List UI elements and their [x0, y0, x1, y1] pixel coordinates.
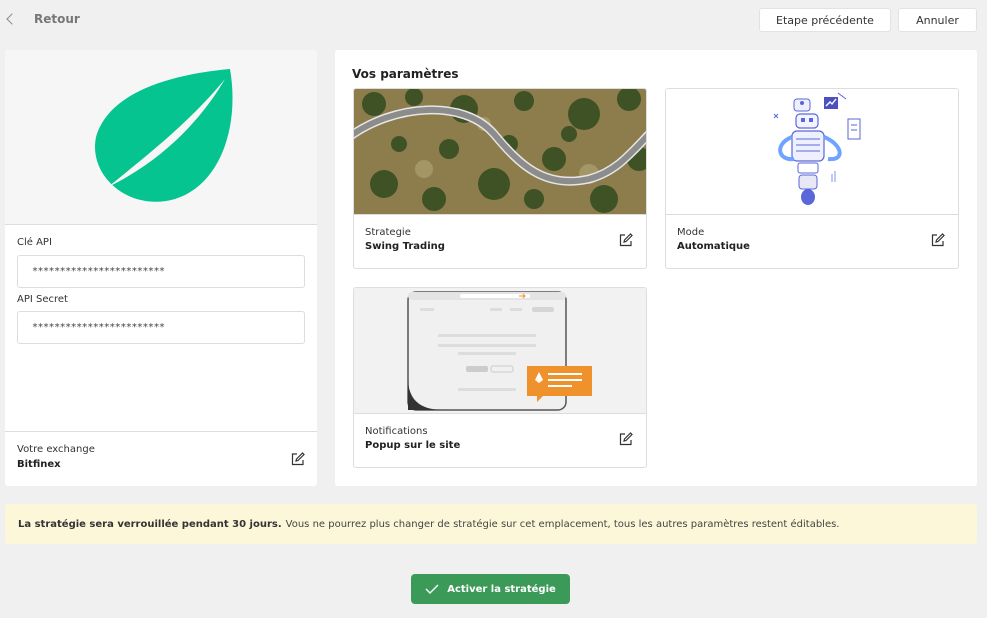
mode-card: Mode Automatique	[665, 88, 959, 269]
winding-road-image	[354, 89, 646, 215]
strategy-value: Swing Trading	[365, 241, 445, 252]
exchange-panel: Clé API ************************ API Sec…	[5, 50, 317, 486]
api-key-label: Clé API	[17, 237, 52, 248]
notifications-card: Notifications Popup sur le site	[353, 287, 647, 468]
edit-strategy-icon[interactable]	[619, 233, 633, 247]
check-icon	[425, 584, 439, 594]
bitfinex-leaf-logo-icon	[95, 69, 233, 202]
lock-notice-text: Vous ne pourrez plus changer de stratégi…	[285, 518, 840, 530]
chevron-left-icon	[6, 13, 18, 25]
lock-notice: La stratégie sera verrouillée pendant 30…	[5, 504, 977, 544]
strategy-card: Strategie Swing Trading	[353, 88, 647, 269]
edit-exchange-icon[interactable]	[291, 452, 305, 466]
back-link[interactable]: Retour	[6, 12, 80, 26]
activate-strategy-button[interactable]: Activer la stratégie	[411, 574, 570, 604]
settings-title: Vos paramètres	[352, 67, 459, 81]
api-key-field[interactable]: ************************	[17, 255, 305, 288]
previous-step-button[interactable]: Etape précédente	[759, 8, 891, 32]
notifications-label: Notifications	[365, 426, 428, 437]
notifications-value: Popup sur le site	[365, 440, 461, 451]
lock-notice-bold: La stratégie sera verrouillée pendant 30…	[18, 518, 282, 530]
settings-panel: Vos paramètres Strategie Swing Trading M…	[335, 50, 977, 486]
exchange-logo-area	[5, 50, 317, 225]
robot-illustration-image	[666, 89, 958, 215]
exchange-label: Votre exchange	[17, 444, 95, 455]
edit-mode-icon[interactable]	[931, 233, 945, 247]
api-secret-field[interactable]: ************************	[17, 311, 305, 344]
exchange-row: Votre exchange Bitfinex	[5, 431, 317, 486]
exchange-value: Bitfinex	[17, 459, 61, 470]
back-label: Retour	[34, 12, 80, 26]
edit-notifications-icon[interactable]	[619, 432, 633, 446]
api-secret-label: API Secret	[17, 294, 68, 305]
mode-label: Mode	[677, 227, 705, 238]
activate-label: Activer la stratégie	[447, 583, 556, 595]
popup-illustration-image	[354, 288, 646, 414]
strategy-label: Strategie	[365, 227, 411, 238]
mode-value: Automatique	[677, 241, 750, 252]
cancel-button[interactable]: Annuler	[898, 8, 977, 32]
